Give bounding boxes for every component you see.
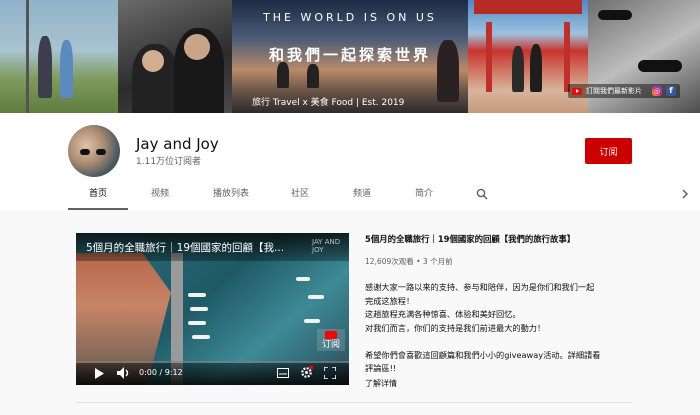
tab-about[interactable]: 简介: [404, 183, 444, 210]
banner-tagline: THE WORLD IS ON US: [263, 11, 437, 24]
fullscreen-icon[interactable]: [324, 367, 336, 379]
banner-title: 和我們一起探索世界: [268, 46, 431, 64]
description-line: 完成这旅程！: [365, 295, 415, 306]
channel-tabs: 首页 视频 播放列表 社区 频道 简介: [0, 183, 700, 210]
tab-community[interactable]: 社区: [280, 183, 320, 210]
play-icon[interactable]: [94, 368, 104, 379]
banner-links: 訂閱我們最新影片 ◎ f: [568, 84, 680, 98]
video-player[interactable]: 5個月的全職旅行｜19個國家的回顧【我... JAY AND JOY 订阅 0:…: [76, 233, 349, 385]
video-description: 感谢大家一路以来的支持、参与和陪伴，因为是你们和我们一起 完成这旅程！ 这趟旅程…: [365, 281, 635, 376]
subtitles-icon[interactable]: [277, 368, 289, 378]
read-more-link[interactable]: 了解详情: [365, 378, 635, 389]
search-icon[interactable]: [476, 188, 488, 200]
volume-icon[interactable]: [117, 367, 131, 379]
player-controls: 0:00 / 9:12: [76, 361, 349, 385]
channel-watermark: JAY AND JOY: [312, 238, 341, 254]
subscribe-link[interactable]: 訂閱我們最新影片: [586, 86, 642, 96]
facebook-icon[interactable]: f: [666, 86, 676, 96]
video-overlay-title[interactable]: 5個月的全職旅行｜19個國家的回顧【我...: [86, 240, 284, 255]
subscriber-count: 1.11万位订阅者: [136, 157, 202, 167]
description-line: 对我们而言，你们的支持是我们前进最大的動力！: [365, 322, 546, 333]
section-divider: [76, 402, 632, 403]
video-meta: 12,609次观看 • 3 个月前: [365, 257, 453, 266]
description-line: 評論區!!: [365, 363, 397, 373]
watermark-subscribe[interactable]: 订阅: [317, 329, 345, 351]
description-line: 感谢大家一路以来的支持、参与和陪伴，因为是你们和我们一起: [365, 282, 595, 292]
tab-channels[interactable]: 频道: [342, 183, 382, 210]
tab-playlists[interactable]: 播放列表: [204, 183, 258, 210]
channel-header: Jay and Joy 1.11万位订阅者 订阅 首页 视频 播放列表 社区 频…: [0, 113, 700, 210]
chevron-right-icon[interactable]: [680, 188, 690, 200]
subscribe-button[interactable]: 订阅: [585, 138, 632, 164]
banner-photo-fields: [0, 0, 118, 113]
banner-subtitle: 旅行 Travel x 美食 Food | Est. 2019: [252, 98, 405, 108]
video-title[interactable]: 5個月的全職旅行｜19個國家的回顧【我們的旅行故事】: [365, 233, 635, 245]
description-line: 希望你們會喜歡這回顧篇和我們小小的giveaway活动。詳細請看: [365, 349, 601, 360]
banner-photo-couple: [118, 0, 232, 113]
video-info: 5個月的全職旅行｜19個國家的回顧【我們的旅行故事】 12,609次观看 • 3…: [365, 233, 635, 389]
description-line: 这趟旅程充满各种惊喜、体验和美好回忆。: [365, 309, 521, 319]
channel-banner: THE WORLD IS ON US 和我們一起探索世界 旅行 Travel x…: [0, 0, 700, 113]
settings-icon[interactable]: [300, 366, 313, 379]
time-display: 0:00 / 9:12: [139, 368, 183, 377]
description-line: [365, 335, 635, 349]
youtube-icon[interactable]: [572, 87, 582, 95]
channel-name[interactable]: Jay and Joy: [136, 135, 219, 153]
avatar[interactable]: [68, 125, 120, 177]
tab-home[interactable]: 首页: [68, 183, 128, 210]
tab-videos[interactable]: 视频: [138, 183, 182, 210]
progress-bar[interactable]: [76, 361, 349, 363]
instagram-icon[interactable]: ◎: [652, 86, 662, 96]
